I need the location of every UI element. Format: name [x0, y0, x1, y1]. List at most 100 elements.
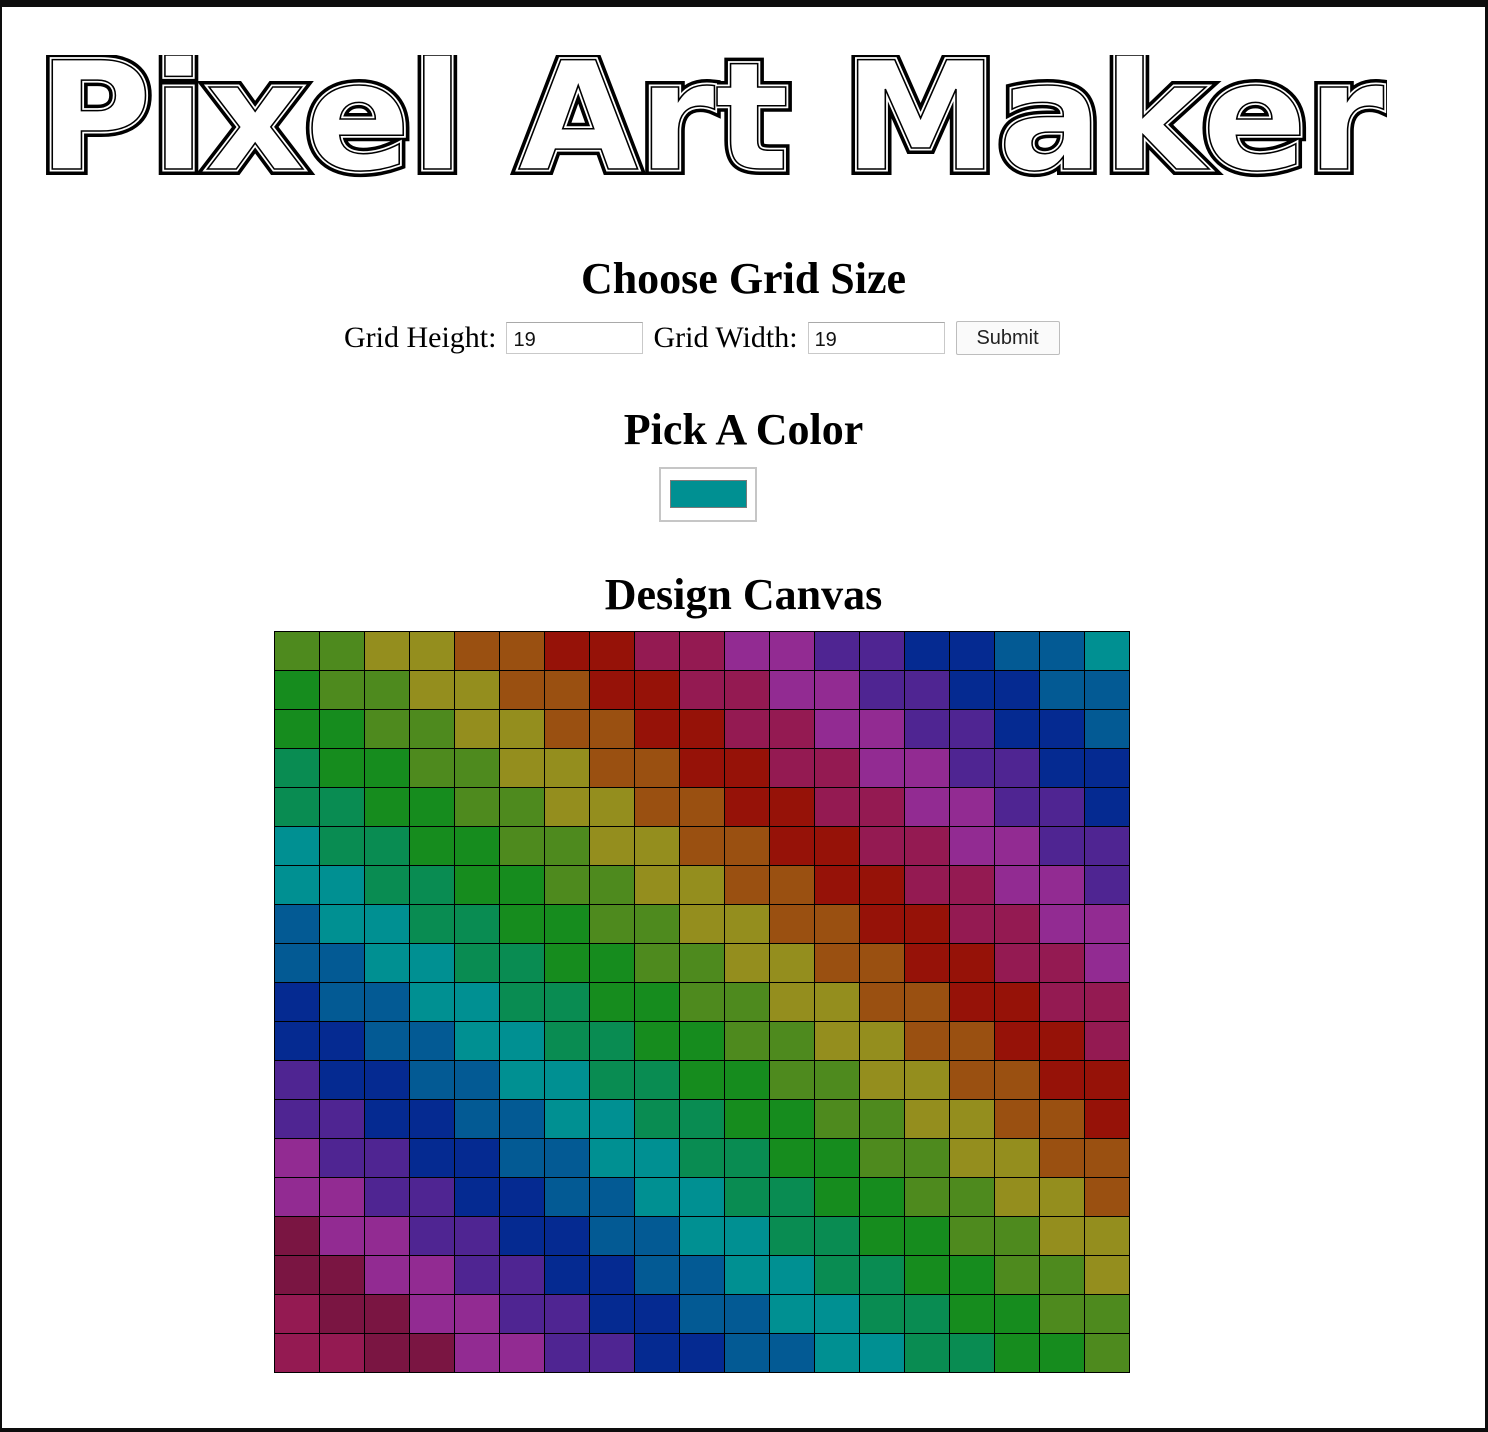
canvas-cell[interactable] [859, 1138, 905, 1178]
canvas-cell[interactable] [769, 1294, 815, 1334]
canvas-cell[interactable] [454, 1099, 500, 1139]
canvas-cell[interactable] [409, 670, 455, 710]
canvas-cell[interactable] [634, 709, 680, 749]
canvas-cell[interactable] [859, 670, 905, 710]
canvas-cell[interactable] [499, 709, 545, 749]
canvas-cell[interactable] [994, 1099, 1040, 1139]
canvas-cell[interactable] [499, 1099, 545, 1139]
canvas-cell[interactable] [274, 943, 320, 983]
canvas-cell[interactable] [949, 631, 995, 671]
canvas-cell[interactable] [1039, 1138, 1085, 1178]
canvas-cell[interactable] [589, 904, 635, 944]
canvas-cell[interactable] [544, 787, 590, 827]
canvas-cell[interactable] [409, 1138, 455, 1178]
canvas-cell[interactable] [1039, 1099, 1085, 1139]
canvas-cell[interactable] [949, 982, 995, 1022]
canvas-cell[interactable] [409, 631, 455, 671]
canvas-cell[interactable] [814, 1099, 860, 1139]
canvas-cell[interactable] [679, 1177, 725, 1217]
canvas-cell[interactable] [814, 748, 860, 788]
canvas-cell[interactable] [454, 826, 500, 866]
canvas-cell[interactable] [634, 670, 680, 710]
canvas-cell[interactable] [1039, 1333, 1085, 1373]
canvas-cell[interactable] [274, 748, 320, 788]
canvas-cell[interactable] [724, 904, 770, 944]
canvas-cell[interactable] [634, 1099, 680, 1139]
canvas-cell[interactable] [724, 1216, 770, 1256]
canvas-cell[interactable] [454, 631, 500, 671]
canvas-cell[interactable] [679, 1216, 725, 1256]
canvas-cell[interactable] [814, 1177, 860, 1217]
canvas-cell[interactable] [454, 1294, 500, 1334]
canvas-cell[interactable] [724, 982, 770, 1022]
canvas-cell[interactable] [994, 709, 1040, 749]
canvas-cell[interactable] [679, 826, 725, 866]
canvas-cell[interactable] [634, 1294, 680, 1334]
canvas-cell[interactable] [769, 826, 815, 866]
canvas-cell[interactable] [319, 670, 365, 710]
canvas-cell[interactable] [454, 670, 500, 710]
canvas-cell[interactable] [319, 1255, 365, 1295]
canvas-cell[interactable] [499, 1333, 545, 1373]
canvas-cell[interactable] [769, 1333, 815, 1373]
canvas-cell[interactable] [499, 1177, 545, 1217]
canvas-cell[interactable] [364, 1060, 410, 1100]
canvas-cell[interactable] [409, 865, 455, 905]
canvas-cell[interactable] [409, 904, 455, 944]
canvas-cell[interactable] [904, 787, 950, 827]
canvas-cell[interactable] [859, 1216, 905, 1256]
canvas-cell[interactable] [904, 865, 950, 905]
canvas-cell[interactable] [274, 982, 320, 1022]
canvas-cell[interactable] [994, 865, 1040, 905]
canvas-cell[interactable] [769, 1216, 815, 1256]
canvas-cell[interactable] [1084, 1099, 1130, 1139]
canvas-cell[interactable] [1084, 1177, 1130, 1217]
canvas-cell[interactable] [364, 943, 410, 983]
canvas-cell[interactable] [364, 1021, 410, 1061]
canvas-cell[interactable] [679, 631, 725, 671]
canvas-cell[interactable] [724, 826, 770, 866]
canvas-cell[interactable] [679, 670, 725, 710]
canvas-cell[interactable] [1039, 1021, 1085, 1061]
canvas-cell[interactable] [319, 1099, 365, 1139]
canvas-cell[interactable] [589, 1255, 635, 1295]
canvas-cell[interactable] [679, 982, 725, 1022]
canvas-cell[interactable] [1039, 709, 1085, 749]
canvas-cell[interactable] [634, 1021, 680, 1061]
canvas-cell[interactable] [1084, 1216, 1130, 1256]
canvas-cell[interactable] [589, 943, 635, 983]
canvas-cell[interactable] [409, 982, 455, 1022]
canvas-cell[interactable] [949, 1138, 995, 1178]
canvas-cell[interactable] [274, 904, 320, 944]
canvas-cell[interactable] [274, 826, 320, 866]
canvas-cell[interactable] [544, 1177, 590, 1217]
canvas-cell[interactable] [454, 982, 500, 1022]
canvas-cell[interactable] [589, 826, 635, 866]
canvas-cell[interactable] [724, 1177, 770, 1217]
canvas-cell[interactable] [274, 670, 320, 710]
canvas-cell[interactable] [1039, 826, 1085, 866]
canvas-cell[interactable] [319, 1177, 365, 1217]
canvas-cell[interactable] [544, 1216, 590, 1256]
canvas-cell[interactable] [904, 1333, 950, 1373]
canvas-cell[interactable] [949, 1060, 995, 1100]
canvas-cell[interactable] [949, 1255, 995, 1295]
canvas-cell[interactable] [589, 1021, 635, 1061]
canvas-cell[interactable] [364, 1099, 410, 1139]
canvas-cell[interactable] [1084, 1333, 1130, 1373]
canvas-cell[interactable] [859, 982, 905, 1022]
canvas-cell[interactable] [814, 709, 860, 749]
canvas-cell[interactable] [904, 904, 950, 944]
canvas-cell[interactable] [364, 826, 410, 866]
canvas-cell[interactable] [364, 1333, 410, 1373]
canvas-cell[interactable] [274, 1138, 320, 1178]
canvas-cell[interactable] [994, 748, 1040, 788]
canvas-cell[interactable] [319, 1294, 365, 1334]
canvas-cell[interactable] [814, 865, 860, 905]
canvas-cell[interactable] [859, 787, 905, 827]
canvas-cell[interactable] [364, 904, 410, 944]
canvas-cell[interactable] [274, 631, 320, 671]
canvas-cell[interactable] [1039, 904, 1085, 944]
canvas-cell[interactable] [499, 787, 545, 827]
canvas-cell[interactable] [589, 787, 635, 827]
